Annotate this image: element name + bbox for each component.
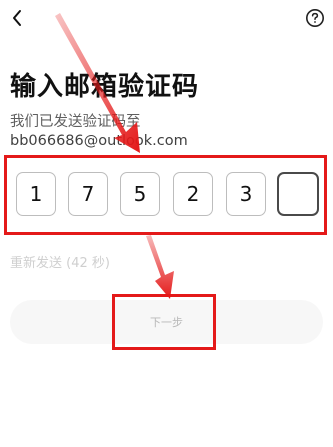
code-digit-3[interactable]: 5 <box>120 172 160 216</box>
verification-page: 输入邮箱验证码 我们已发送验证码至 bb066686@outlook.com 1… <box>0 0 333 447</box>
page-title: 输入邮箱验证码 <box>10 72 200 102</box>
arrow-to-button <box>146 235 174 299</box>
chevron-left-icon <box>13 10 21 26</box>
resend-link[interactable]: 重新发送 (42 秒) <box>10 252 110 271</box>
code-digit-5[interactable]: 3 <box>226 172 266 216</box>
email-address: bb066686@outlook.com <box>10 133 188 149</box>
next-button[interactable]: 下一步 <box>10 300 323 344</box>
help-button[interactable] <box>305 8 325 28</box>
back-button[interactable] <box>6 6 30 30</box>
code-digit-4[interactable]: 2 <box>173 172 213 216</box>
code-digit-1[interactable]: 1 <box>16 172 56 216</box>
subtitle: 我们已发送验证码至 bb066686@outlook.com <box>10 113 310 151</box>
code-digit-2[interactable]: 7 <box>68 172 108 216</box>
code-input-row: 1 7 5 2 3 <box>16 172 320 218</box>
subtitle-prefix: 我们已发送验证码至 <box>10 114 141 130</box>
code-digit-6[interactable] <box>277 172 319 216</box>
question-circle-icon <box>306 9 324 27</box>
next-button-label: 下一步 <box>150 316 183 329</box>
